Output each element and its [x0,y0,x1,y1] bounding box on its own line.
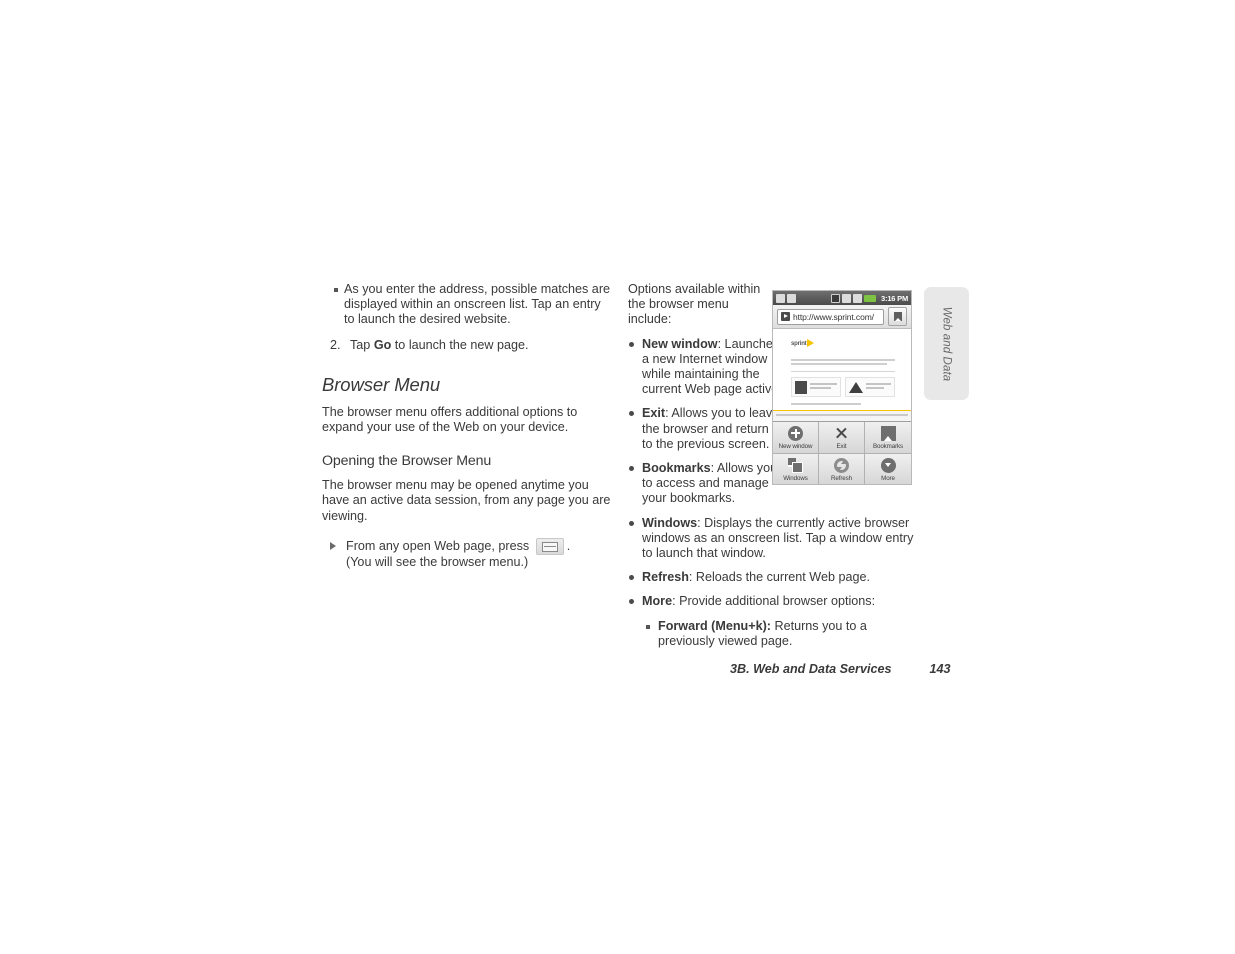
sprint-logo: sprint [791,339,815,347]
step-text-before: From any open Web page, press [346,538,530,553]
more-chevron-icon [880,457,896,473]
menu-item-label: Refresh [831,474,852,482]
menu-item-label: New window [778,442,813,450]
plus-circle-icon [788,425,803,441]
numbered-list-item: 2. Tap Go to launch the new page. [322,338,612,353]
signal-icon [853,293,863,303]
option-term: Refresh [642,570,689,585]
option-item-bookmarks: Bookmarks: Allows you to access and mana… [628,461,782,507]
option-term: Exit [642,406,666,421]
url-text: http://www.sprint.com/ [793,311,874,322]
webpage-footer-lines [791,403,861,407]
menu-item-windows[interactable]: Windows [773,454,819,484]
option-term: Bookmarks [642,461,711,476]
sprint-logo-text: sprint [791,341,807,347]
bluetooth-icon [831,293,841,303]
list-item: As you enter the address, possible match… [322,282,612,328]
side-tab-label: Web and Data [940,306,953,381]
phone-screenshot: 3:16 PM http://www.sprint.com/ sprint Ne… [772,290,912,485]
bookmark-star-icon [880,425,896,441]
option-item-exit: Exit: Allows you to leave the browser an… [628,406,782,452]
square-bullet-icon [334,288,338,292]
webpage-promo-cards [791,377,895,397]
option-term: New window [642,336,718,351]
footer-chapter-title: 3B. Web and Data Services [730,662,892,676]
phone-webview[interactable]: sprint [773,329,911,421]
webpage-headline-lines [791,359,895,367]
option-desc: : Provide additional browser options: [672,594,876,609]
menu-item-exit[interactable]: Exit [819,422,865,454]
option-item-new-window: New window: Launches a new Internet wind… [628,337,782,398]
phone-status-bar: 3:16 PM [773,291,911,305]
promo-card[interactable] [845,377,895,397]
menu-item-more[interactable]: More [865,454,911,484]
option-item-windows: Windows: Displays the currently active b… [628,516,918,562]
numbered-item-text-before: Tap [350,337,374,352]
messaging-icon [776,293,785,303]
status-bar-clock: 3:16 PM [881,293,908,303]
footer-page-number: 143 [929,662,951,676]
page-footer: 3B. Web and Data Services 143 [730,662,950,676]
battery-icon [864,294,877,302]
round-bullet-icon [629,520,634,526]
menu-item-refresh[interactable]: Refresh [819,454,865,484]
menu-item-label: Windows [783,474,808,482]
close-x-icon [834,426,849,441]
step-item: From any open Web page, press . (You wil… [322,537,612,570]
round-bullet-icon [629,575,634,581]
menu-item-new-window[interactable]: New window [773,422,819,454]
status-left-icons [776,293,796,303]
phone-url-bar: http://www.sprint.com/ [773,305,911,329]
chapter-side-tab: Web and Data [924,287,969,400]
option-item-refresh: Refresh: Reloads the current Web page. [628,570,918,585]
round-bullet-icon [629,411,634,417]
option-term: More [642,594,673,609]
bookmark-star-icon [893,312,902,321]
left-column: As you enter the address, possible match… [322,282,612,570]
status-right-icons: 3:16 PM [831,293,908,303]
step-note: (You will see the browser menu.) [346,554,529,569]
round-bullet-icon [629,466,634,472]
menu-item-label: Exit [836,442,847,450]
option-sub-item-forward: Forward (Menu+k): Returns you to a previ… [628,619,918,649]
windows-stack-icon [788,457,803,473]
square-bullet-icon [646,624,650,629]
step-text-after: . [566,538,571,553]
right-intro-paragraph: Options available within the browser men… [628,282,761,327]
webpage-divider [791,371,895,372]
sub-option-term: Forward (Menu+k): [658,618,771,633]
list-number: 2. [330,337,341,352]
option-desc: : Reloads the current Web page. [688,570,870,585]
sprint-chevron-icon [807,339,815,347]
section-title: Browser Menu [322,373,441,395]
menu-item-bookmarks[interactable]: Bookmarks [865,422,911,454]
network-icon [842,293,852,303]
promo-card[interactable] [791,377,841,397]
promo-thumbnail [849,381,863,393]
menu-item-label: Bookmarks [872,442,904,450]
list-item-text: As you enter the address, possible match… [344,282,611,327]
round-bullet-icon [629,341,634,347]
menu-item-label: More [881,474,895,482]
download-icon [787,293,796,303]
url-input[interactable]: http://www.sprint.com/ [777,308,884,325]
option-term: Windows [642,515,698,530]
numbered-item-text-after: to launch the new page. [391,337,529,352]
sub-section-title: Opening the Browser Menu [322,453,492,470]
section-paragraph: The browser menu offers additional optio… [322,404,578,435]
webpage-footer-strip [773,411,911,421]
refresh-icon [834,457,849,473]
promo-thumbnail [795,380,807,394]
go-arrow-icon[interactable] [781,312,790,321]
round-bullet-icon [629,599,634,605]
manual-page: As you enter the address, possible match… [0,0,1235,954]
sub-section-paragraph: The browser menu may be opened anytime y… [322,478,611,523]
browser-menu-grid: New window Exit Bookmarks Windows Refres… [773,421,911,484]
numbered-item-bold: Go [373,337,392,352]
bookmark-button[interactable] [888,307,907,326]
option-item-more: More: Provide additional browser options… [628,594,918,609]
menu-key-icon [535,537,564,555]
triangle-bullet-icon [330,541,336,550]
